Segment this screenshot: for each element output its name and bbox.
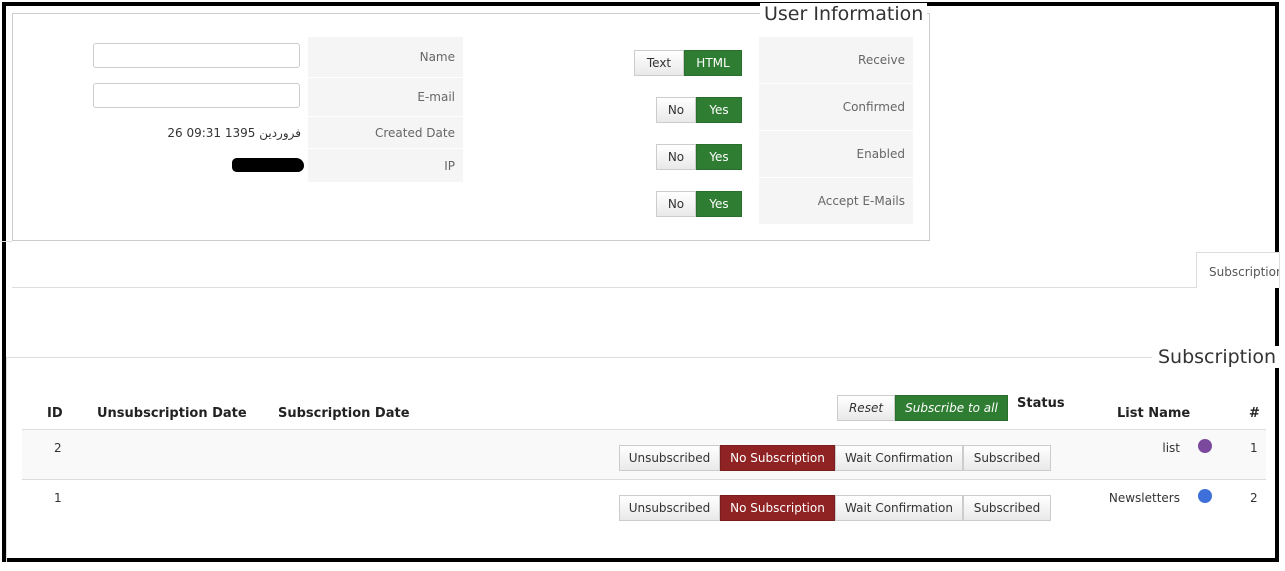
row-number: 2 <box>1250 491 1258 505</box>
created-date-value: 26 فروردین 1395 09:31 <box>167 126 301 140</box>
subscription-fieldset-left <box>6 357 7 562</box>
divider <box>0 241 12 242</box>
header-number: # <box>1249 406 1260 421</box>
confirmed-label: Confirmed <box>759 84 913 130</box>
tab-strip-line <box>12 287 1196 288</box>
user-information-legend: User Information <box>760 3 928 25</box>
name-label: Name <box>308 37 463 77</box>
row-number: 1 <box>1250 441 1258 455</box>
accept-emails-no-button[interactable]: No <box>656 191 696 217</box>
ip-redaction <box>232 158 304 172</box>
row-id: 1 <box>54 491 62 505</box>
header-unsubscription-date: Unsubscription Date <box>97 406 247 421</box>
no-subscription-button[interactable]: No Subscription <box>720 495 835 521</box>
receive-html-button[interactable]: HTML <box>684 50 742 76</box>
enabled-no-button[interactable]: No <box>656 144 696 170</box>
header-status: Status <box>1017 396 1065 411</box>
list-color-dot <box>1198 489 1212 503</box>
confirmed-yes-button[interactable]: Yes <box>696 97 742 123</box>
name-input[interactable] <box>93 43 300 68</box>
subscription-fieldset-top <box>6 357 1152 358</box>
subscribed-button[interactable]: Subscribed <box>963 495 1051 521</box>
email-input[interactable] <box>93 83 300 108</box>
confirmed-no-button[interactable]: No <box>656 97 696 123</box>
reset-button[interactable]: Reset <box>837 395 895 421</box>
created-date-label: Created Date <box>308 117 463 148</box>
row-list-name: list <box>1162 441 1180 455</box>
receive-label: Receive <box>759 37 913 83</box>
wait-confirmation-button[interactable]: Wait Confirmation <box>835 445 963 471</box>
accept-emails-label: Accept E-Mails <box>759 178 913 224</box>
unsubscribed-button[interactable]: Unsubscribed <box>619 445 720 471</box>
header-id: ID <box>47 406 63 421</box>
no-subscription-button[interactable]: No Subscription <box>720 445 835 471</box>
tab-subscription[interactable]: Subscription <box>1196 252 1280 288</box>
email-label: E-mail <box>308 78 463 116</box>
subscribe-to-all-button[interactable]: Subscribe to all <box>895 395 1008 421</box>
unsubscribed-button[interactable]: Unsubscribed <box>619 495 720 521</box>
enabled-yes-button[interactable]: Yes <box>696 144 742 170</box>
header-list-name: List Name <box>1117 406 1191 421</box>
receive-text-button[interactable]: Text <box>634 50 684 76</box>
enabled-label: Enabled <box>759 131 913 177</box>
wait-confirmation-button[interactable]: Wait Confirmation <box>835 495 963 521</box>
row-id: 2 <box>54 441 62 455</box>
header-subscription-date: Subscription Date <box>278 406 410 421</box>
accept-emails-yes-button[interactable]: Yes <box>696 191 742 217</box>
row-list-name: Newsletters <box>1108 491 1180 505</box>
subscription-legend: Subscription <box>1154 346 1281 368</box>
list-color-dot <box>1198 439 1212 453</box>
subscribed-button[interactable]: Subscribed <box>963 445 1051 471</box>
ip-label: IP <box>308 149 463 182</box>
